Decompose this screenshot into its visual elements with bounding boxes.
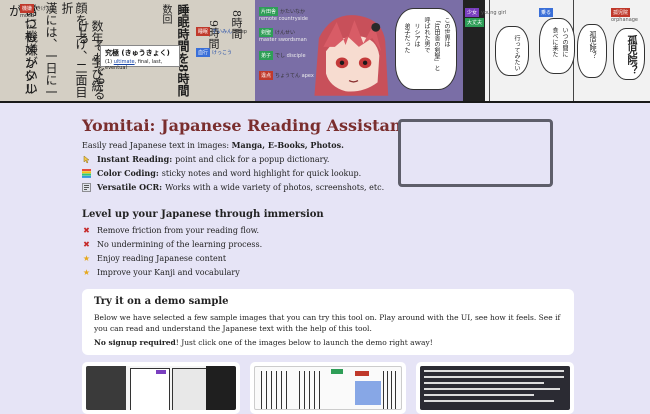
demo-paragraph: Below we have selected a few sample imag… <box>94 313 561 333</box>
cross-icon: ✖ <box>83 226 90 235</box>
demo-thumbnail-2[interactable] <box>250 362 406 414</box>
speech-bubble: 孤児院？ <box>613 28 645 80</box>
word-tag: 大丈夫 <box>465 18 485 27</box>
speech-bubble: いつの間に 食べに来た <box>539 18 575 74</box>
word-tag: 機嫌 <box>20 4 35 13</box>
list-item: ★ Enjoy reading Japanese content <box>82 254 227 263</box>
demo-thumbnail-3[interactable] <box>416 362 574 414</box>
word-tag: 片田舎 <box>259 7 279 16</box>
demo-heading: Try it on a demo sample <box>94 296 229 307</box>
banner-panel-book[interactable]: いつもメンタルが 常に機嫌がいい 漢には、一日に一 顔を上げ、二面目折 数年、学… <box>0 0 255 101</box>
word-label[interactable]: 弟子 でし disciple <box>259 51 306 60</box>
word-label[interactable]: 違点 ちょうてん apex <box>259 71 314 80</box>
banner-panel-manga[interactable]: 片田舎 かたいなか remote countryside 剣聖 けんせい maste… <box>255 0 463 101</box>
word-label[interactable]: 孤児院 orphanage <box>611 8 638 23</box>
speech-bubble: 行ってみたい <box>495 26 529 76</box>
color-stripes-icon <box>82 168 91 178</box>
speech-bubble: この世界は 「片田舎の剣聖」と 呼ばれた男で リシアは 弟子だった <box>395 8 457 90</box>
no-signup-note: No signup required! Just click one of th… <box>94 338 433 347</box>
demo-thumbnail-1[interactable] <box>82 362 240 414</box>
word-tag: 少女 <box>465 8 480 17</box>
demo-card: Try it on a demo sample Below we have se… <box>82 289 574 355</box>
dictionary-headword: 究極 (きゅうきょく) <box>105 49 170 57</box>
word-tag: 違点 <box>259 71 274 80</box>
dictionary-popup[interactable]: 究極 (きゅうきょく) (1) ultimate, final, last, e… <box>100 45 180 71</box>
list-item: ✖ Remove friction from your reading flow. <box>83 226 260 235</box>
word-tag: 乗る <box>539 8 554 17</box>
word-tag: 剣聖 <box>259 28 274 37</box>
word-label[interactable]: 剣聖 けんせい master swordsman <box>259 28 307 43</box>
banner-panel-manga-page[interactable]: 少女 young girl 大丈夫 乗る 孤児院 orphanage 行ってみたい… <box>463 0 650 101</box>
intro-text: Easily read Japanese text in images: Man… <box>82 140 344 150</box>
list-item: ★ Improve your Kanji and vocabulary <box>82 268 240 277</box>
word-label[interactable]: 血行 けっこう <box>196 48 232 57</box>
dictionary-definition: (1) ultimate, final, last, eventual <box>105 59 163 71</box>
word-label[interactable]: 片田舎 かたいなか remote countryside <box>259 7 308 22</box>
page-title: Yomitai: Japanese Reading Assistant <box>82 116 409 135</box>
video-placeholder[interactable] <box>398 119 553 187</box>
pointer-icon <box>82 154 91 164</box>
word-label[interactable]: 乗る <box>539 8 555 17</box>
list-item: ✖ No undermining of the learning process. <box>83 240 263 249</box>
star-icon: ★ <box>82 268 91 277</box>
word-tag: 弟子 <box>259 51 274 60</box>
word-tag: 血行 <box>196 48 211 57</box>
word-label[interactable]: 睡眠 すいみん sleep <box>196 27 247 36</box>
hero-banner: いつもメンタルが 常に機嫌がいい 漢には、一日に一 顔を上げ、二面目折 数年、学… <box>0 0 650 103</box>
manga-character-illustration <box>314 15 389 96</box>
word-label[interactable]: 機嫌 きげん mood <box>20 4 51 19</box>
word-tag: 孤児院 <box>611 8 631 17</box>
word-tag: 睡眠 <box>196 27 211 36</box>
ocr-icon <box>82 182 91 192</box>
feature-color-coding: Color Coding: sticky notes and word highl… <box>82 168 361 178</box>
speech-bubble: 孤児院？ <box>577 24 607 78</box>
word-label[interactable]: 少女 young girl <box>465 8 506 17</box>
immersion-heading: Level up your Japanese through immersion <box>82 209 324 220</box>
book-text-line: 数回 <box>160 4 171 24</box>
demo-thumbnails <box>0 362 650 414</box>
feature-instant-reading: Instant Reading: point and click for a po… <box>82 154 329 164</box>
word-label[interactable]: 大丈夫 <box>465 18 486 27</box>
feature-versatile-ocr: Versatile OCR: Works with a wide variety … <box>82 182 384 192</box>
star-icon: ★ <box>82 254 91 263</box>
cross-icon: ✖ <box>83 240 90 249</box>
